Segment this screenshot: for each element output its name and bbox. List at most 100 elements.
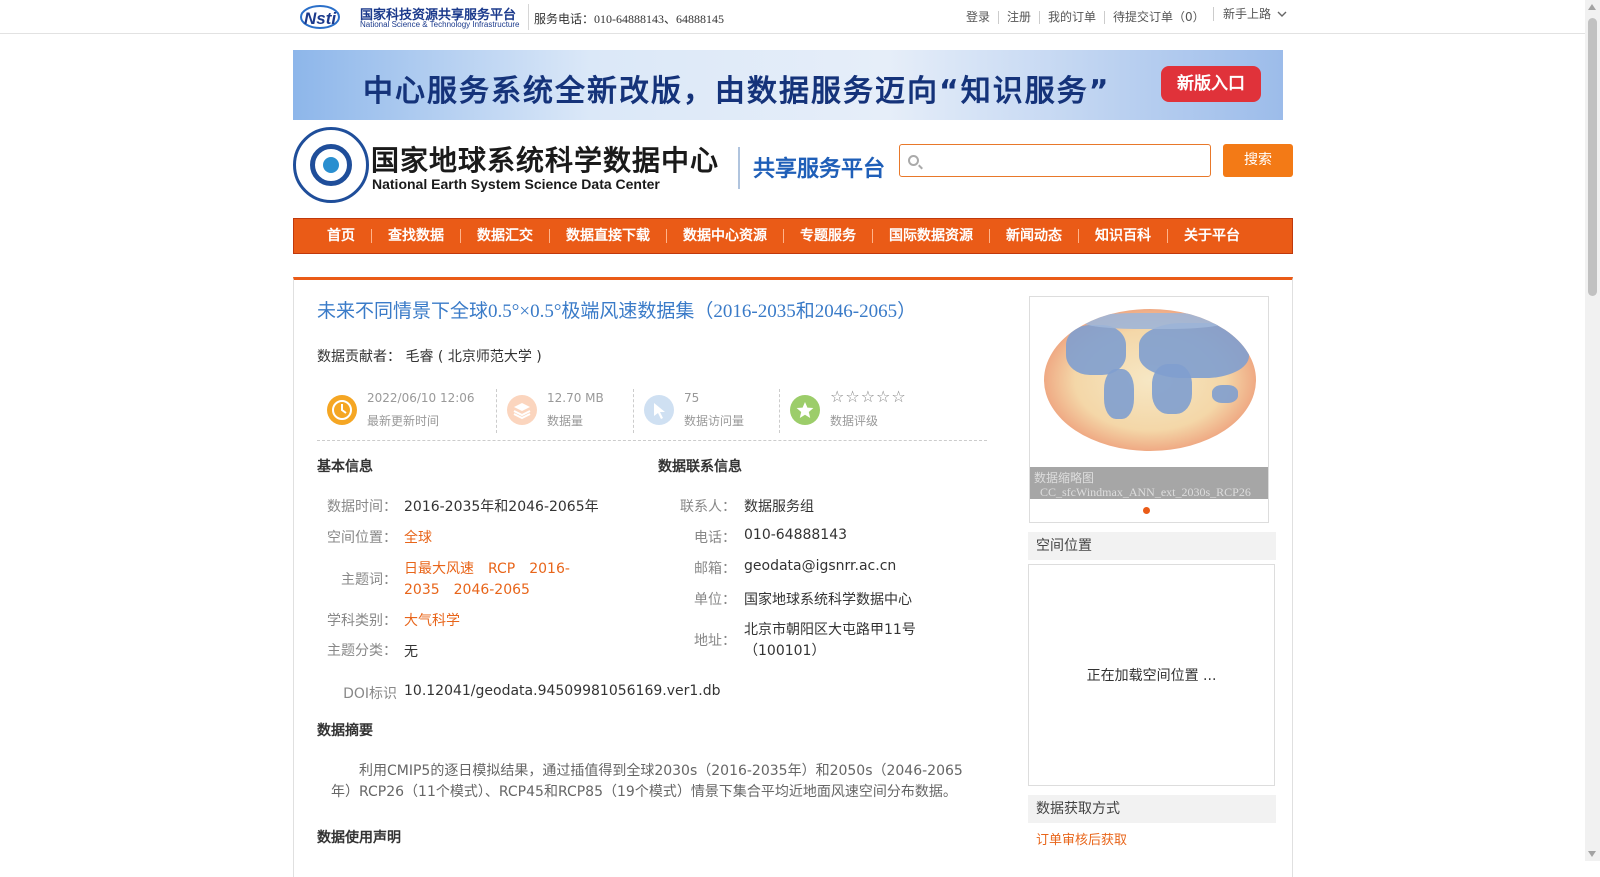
discipline-link[interactable]: 大气科学 (404, 610, 460, 630)
new-version-button[interactable]: 新版入口 (1161, 66, 1261, 102)
clock-icon (327, 395, 357, 425)
earth-center-emblem-icon (293, 127, 369, 203)
chevron-down-icon (1277, 11, 1287, 17)
search-button[interactable]: 搜索 (1223, 144, 1293, 177)
nsti-logo[interactable]: Nsti 国家科技资源共享服务平台 National Science & Tec… (300, 2, 522, 32)
contributor-value: 毛睿 ( 北京师范大学 ) (405, 349, 542, 365)
access-method-heading: 数据获取方式 (1028, 795, 1276, 823)
stat-visits: 75 数据访问量 (634, 385, 780, 435)
contact-address-line-1: 北京市朝阳区大屯路甲11号 (744, 622, 916, 638)
contact-email-value[interactable]: geodata@igsnrr.ac.cn (744, 558, 896, 574)
contact-email-label: 邮箱： (694, 561, 736, 577)
scroll-up-arrow-icon[interactable] (1588, 4, 1596, 10)
nav-direct-download[interactable]: 数据直接下载 (549, 229, 666, 243)
data-center-logo[interactable]: 国家地球系统科学数据中心 National Earth System Scien… (293, 127, 893, 203)
contact-phone-value: 010-64888143 (744, 527, 848, 543)
visits-label: 数据访问量 (684, 414, 745, 428)
basic-info-heading: 基本信息 (317, 459, 373, 475)
nav-home[interactable]: 首页 (311, 229, 371, 243)
thumbnail-carousel[interactable]: 数据缩略图 CC_sfcWindmax_ANN_ext_2030s_RCP26 (1029, 296, 1269, 523)
stat-updated: 2022/06/10 12:06 最新更新时间 (317, 385, 497, 435)
vertical-scrollbar[interactable] (1585, 0, 1600, 861)
pending-orders-link[interactable]: 待提交订单（0） (1104, 11, 1213, 24)
register-link[interactable]: 注册 (998, 11, 1039, 24)
updated-value: 2022/06/10 12:06 (367, 391, 475, 405)
nav-about[interactable]: 关于平台 (1167, 229, 1256, 243)
divider (528, 4, 529, 30)
contact-info-heading: 数据联系信息 (658, 459, 742, 475)
scrollbar-thumb[interactable] (1588, 18, 1597, 296)
keywords-label: 主题词： (341, 572, 397, 588)
category-label: 主题分类： (327, 643, 397, 659)
thumbnail-caption: 数据缩略图 CC_sfcWindmax_ANN_ext_2030s_RCP26 (1030, 467, 1268, 499)
discipline-label: 学科类别： (327, 613, 397, 629)
order-review-link[interactable]: 订单审核后获取 (1036, 829, 1127, 848)
thumbnail-filename: CC_sfcWindmax_ANN_ext_2030s_RCP26 (1040, 485, 1251, 499)
svg-text:Nsti: Nsti (304, 9, 337, 28)
layers-icon (507, 395, 537, 425)
keywords-line-1[interactable]: 日最大风速 RCP 2016- (404, 558, 570, 578)
stat-size: 12.70 MB 数据量 (497, 385, 634, 435)
data-time-label: 数据时间： (327, 499, 397, 515)
contact-address-label: 地址： (694, 633, 736, 649)
abstract-heading: 数据摘要 (317, 723, 373, 739)
contact-phone-label: 电话： (694, 530, 736, 546)
updated-label: 最新更新时间 (367, 414, 440, 428)
contributor: 数据贡献者： 毛睿 ( 北京师范大学 ) (317, 346, 542, 366)
nav-knowledge[interactable]: 知识百科 (1078, 229, 1167, 243)
nav-data-submission[interactable]: 数据汇交 (460, 229, 549, 243)
contact-person-label: 联系人： (680, 499, 736, 515)
rating-label: 数据评级 (830, 414, 879, 428)
carousel-dot[interactable] (1143, 507, 1150, 514)
keywords-line-2[interactable]: 2035 2046-2065 (404, 579, 530, 599)
banner-text: 中心服务系统全新改版，由数据服务迈向“知识服务” (363, 74, 1111, 109)
nsti-logo-icon: Nsti (300, 5, 340, 29)
divider (738, 147, 740, 189)
data-center-name-cn: 国家地球系统科学数据中心 (371, 144, 720, 177)
service-phone: 服务电话：010-64888143、64888145 (534, 12, 724, 26)
size-label: 数据量 (547, 414, 584, 428)
nav-news[interactable]: 新闻动态 (989, 229, 1078, 243)
space-label: 空间位置： (327, 530, 397, 546)
nav-find-data[interactable]: 查找数据 (371, 229, 460, 243)
space-location-map[interactable]: 正在加载空间位置 ... (1028, 564, 1275, 786)
size-value: 12.70 MB (547, 391, 604, 405)
promo-banner[interactable]: 中心服务系统全新改版，由数据服务迈向“知识服务” 新版入口 (293, 50, 1283, 120)
search-input[interactable] (924, 149, 1204, 173)
nav-international-resources[interactable]: 国际数据资源 (872, 229, 989, 243)
thumbnail-label: 数据缩略图 (1034, 471, 1095, 485)
rating-stars[interactable]: ☆☆☆☆☆ (830, 387, 907, 406)
doi-value[interactable]: 10.12041/geodata.94509981056169.ver1.db (404, 683, 721, 699)
top-links: 登录 注册 我的订单 待提交订单（0） (960, 11, 1213, 24)
login-link[interactable]: 登录 (960, 11, 998, 24)
contact-address-line-2: （100101） (744, 643, 826, 659)
contact-person-value: 数据服务组 (744, 499, 814, 515)
space-link[interactable]: 全球 (404, 527, 432, 547)
main-nav: 首页 查找数据 数据汇交 数据直接下载 数据中心资源 专题服务 国际数据资源 新… (293, 218, 1293, 254)
thumbnail-map-image[interactable] (1044, 309, 1256, 451)
nav-topic-services[interactable]: 专题服务 (783, 229, 872, 243)
search-box[interactable] (899, 144, 1211, 177)
scroll-down-arrow-icon[interactable] (1588, 851, 1596, 857)
beginner-guide-label: 新手上路 (1223, 7, 1272, 21)
abstract-text: 利用CMIP5的逐日模拟结果，通过插值得到全球2030s（2016-2035年）… (331, 763, 963, 800)
doi-label: DOI标识 (343, 686, 397, 702)
space-location-heading: 空间位置 (1028, 532, 1276, 560)
usage-heading: 数据使用声明 (317, 830, 401, 846)
dataset-stats: 2022/06/10 12:06 最新更新时间 12.70 MB 数据量 75 … (317, 385, 987, 441)
my-orders-link[interactable]: 我的订单 (1039, 11, 1104, 24)
data-time-value: 2016-2035年和2046-2065年 (404, 499, 599, 515)
map-loading-text: 正在加载空间位置 ... (1086, 668, 1217, 684)
beginner-guide-menu[interactable]: 新手上路 (1213, 7, 1287, 21)
category-value: 无 (404, 644, 418, 660)
data-center-name-en: National Earth System Science Data Cente… (372, 176, 660, 192)
nav-center-resources[interactable]: 数据中心资源 (666, 229, 783, 243)
contact-unit-value: 国家地球系统科学数据中心 (744, 592, 912, 608)
nsti-logo-en: National Science & Technology Infrastruc… (360, 20, 520, 29)
top-bar: Nsti 国家科技资源共享服务平台 National Science & Tec… (0, 0, 1585, 34)
star-badge-icon (790, 395, 820, 425)
visits-value: 75 (684, 391, 700, 405)
platform-subtitle: 共享服务平台 (753, 157, 886, 182)
contact-unit-label: 单位： (694, 592, 736, 608)
search-icon (908, 155, 919, 166)
